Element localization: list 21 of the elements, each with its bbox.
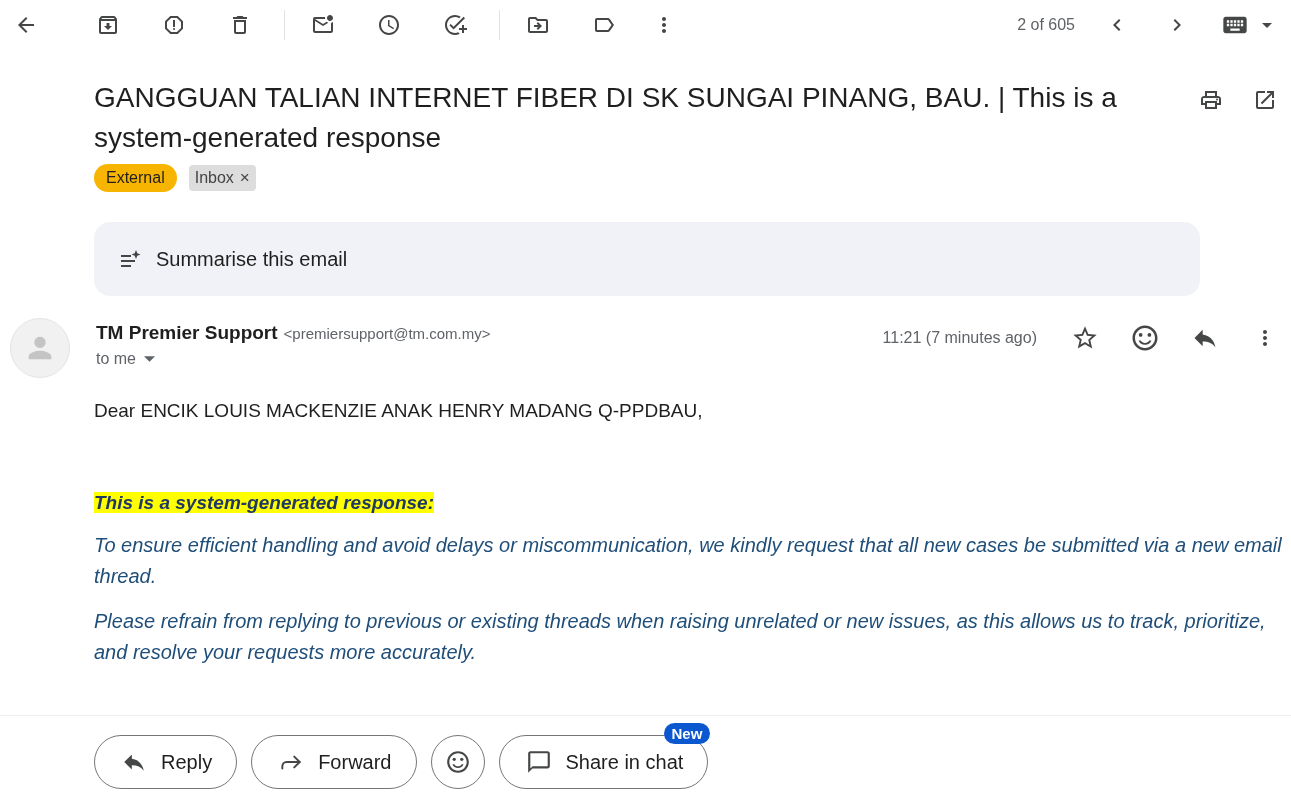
inbox-label[interactable]: Inbox × [188, 165, 256, 191]
body-paragraph: Please refrain from replying to previous or existing threads when raising unrelated or new issues, as this allows us to track, prioritize, and resolve your requests more accurately. [94, 609, 1267, 665]
forward-button[interactable]: Forward [251, 735, 417, 789]
external-label: External [94, 164, 177, 192]
chat-icon [525, 749, 552, 775]
message-counter: 2 of 605 [1017, 16, 1075, 34]
emoji-icon [444, 749, 471, 775]
emoji-reaction-button[interactable] [430, 735, 485, 789]
email-subject: GANGGUAN TALIAN INTERNET FIBER DI SK SUNGAI PINANG, BAU. | This is a system-generated response [94, 81, 1118, 155]
summarise-button[interactable]: Summarise this email [94, 222, 1200, 296]
greeting-text: Dear ENCIK LOUIS MACKENZIE ANAK HENRY MADANG Q-PPDBAU, [94, 400, 704, 422]
new-badge: New [663, 723, 711, 744]
notice-heading: This is a system-generated response: [94, 492, 434, 513]
summarise-icon [120, 249, 142, 269]
message-time: 11:21 (7 minutes ago) [882, 329, 1037, 347]
sender-name: TM Premier Support [96, 322, 278, 344]
recipients-toggle[interactable]: to me [96, 350, 155, 368]
sender-email: <premiersupport@tm.com.my> [283, 325, 491, 342]
body-paragraph: To ensure efficient handling and avoid delays or miscommunication, we kindly request that all new cases be submitted via a new email thread. [94, 533, 1283, 589]
reply-button[interactable]: Reply [94, 735, 238, 789]
caret-icon [144, 356, 155, 362]
